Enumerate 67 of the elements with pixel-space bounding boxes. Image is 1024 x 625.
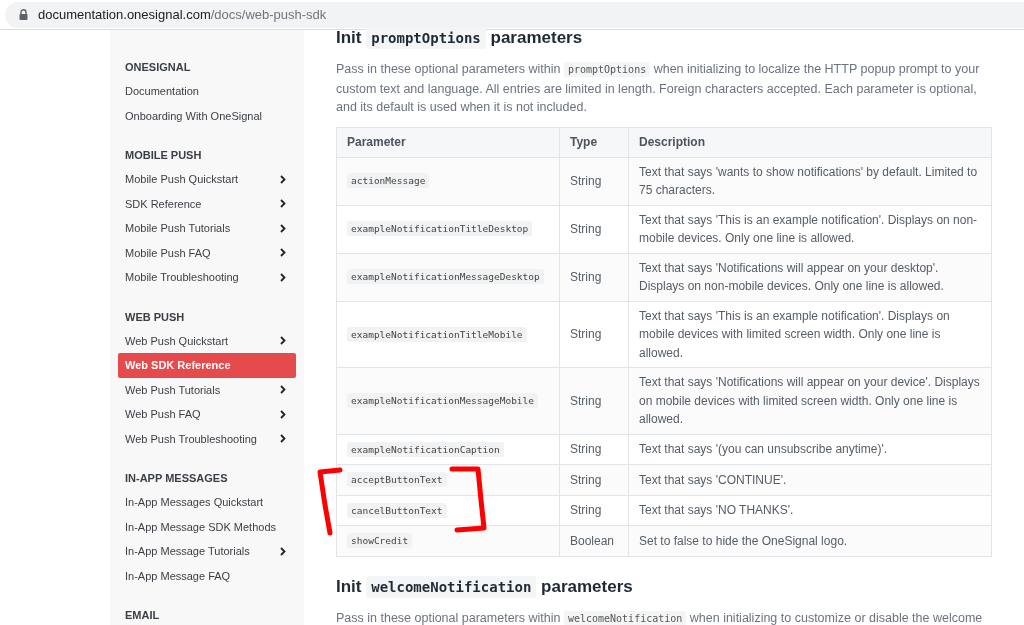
sidebar-item[interactable]: Mobile Push Tutorials (118, 216, 296, 241)
sidebar-item[interactable]: Documentation (118, 79, 296, 104)
table-cell: String (559, 464, 629, 495)
table-cell: String (559, 157, 629, 205)
parameter-name: cancelButtonText (347, 502, 447, 518)
table-cell: Text that says 'This is an example notification'. Displays on mobile devices with limited screen width. Only one line is allowed. (628, 301, 992, 368)
sidebar-item[interactable]: In-App Message SDK Methods (118, 514, 296, 539)
chevron-right-icon (280, 272, 286, 282)
intro-paragraph: Pass in these optional parameters within welcomeNotification when initializing to customize or disable the welcome (336, 609, 984, 625)
table-cell: Text that says 'This is an example notification'. Displays on non-mobile devices. Only one line is allowed. (628, 205, 992, 253)
sidebar-item[interactable]: Web Push FAQ (118, 402, 296, 427)
chevron-right-icon (280, 199, 286, 209)
section-heading: Init welcomeNotification parameters (336, 574, 634, 600)
table-cell: Text that says 'Notifications will appear on your desktop'. Displays on non-mobile devices. Only one line is allowed. (628, 253, 992, 301)
table-cell: String (559, 367, 629, 434)
table-cell: Boolean (559, 525, 629, 556)
table-cell: String (559, 253, 629, 301)
sidebar-item[interactable]: Mobile Troubleshooting (118, 265, 296, 290)
parameter-name: exampleNotificationTitleDesktop (347, 221, 533, 237)
sidebar-item[interactable]: Mobile Push FAQ (118, 240, 296, 265)
sidebar-item[interactable]: Web Push Troubleshooting (118, 426, 296, 451)
sidebar-item[interactable]: In-App Message Tutorials (118, 539, 296, 564)
sidebar-section-title: ONESIGNAL (124, 60, 192, 75)
table-cell: Text that says '(you can unsubscribe anytime)'. (628, 434, 992, 465)
lock-icon (19, 9, 28, 20)
intro-paragraph: Pass in these optional parameters within promptOptions when initializing to localize the HTTP popup prompt to your custom text and language. All entries are limited in length. Foreign characters accepted. Each parameter is optional, and its default is used when it is not included. (336, 61, 981, 116)
sidebar-item[interactable]: In-App Messages Quickstart (118, 490, 296, 515)
sidebar-section-title: MOBILE PUSH (124, 148, 203, 163)
sidebar-item[interactable]: In-App Message FAQ (118, 563, 296, 588)
table-cell: Text that says 'CONTINUE'. (628, 464, 992, 495)
sidebar-item[interactable]: Web SDK Reference (118, 353, 296, 378)
parameter-name: acceptButtonText (347, 472, 447, 487)
chevron-right-icon (280, 174, 286, 184)
table-cell: String (559, 495, 629, 526)
table-cell: String (559, 301, 629, 368)
table-cell: Text that says 'wants to show notifications' by default. Limited to 75 characters. (628, 157, 992, 205)
column-header: Parameter (336, 127, 560, 157)
table-cell: Text that says 'NO THANKS'. (628, 495, 992, 526)
sidebar-item[interactable]: Web Push Quickstart (118, 328, 296, 353)
table-cell: Text that says 'Notifications will appear on your device'. Displays on mobile devices with limited screen width. Only one line is allowed. (628, 367, 992, 434)
chevron-right-icon (280, 546, 286, 556)
table-cell: String (559, 434, 629, 465)
sidebar-section-title: IN-APP MESSAGES (124, 471, 229, 486)
sidebar-section-title: WEB PUSH (124, 309, 186, 325)
chevron-right-icon (280, 223, 286, 233)
parameter-name: exampleNotificationMessageDesktop (347, 269, 544, 285)
table-cell: Set to false to hide the OneSignal logo. (628, 525, 992, 556)
sidebar-item[interactable]: Onboarding With OneSignal (118, 103, 296, 128)
sidebar-section-title: EMAIL (124, 608, 161, 623)
sidebar-item[interactable]: Web Push Tutorials (118, 377, 296, 402)
sidebar-item[interactable]: SDK Reference (118, 191, 296, 216)
chevron-right-icon (280, 248, 286, 258)
parameter-name: showCredit (347, 533, 413, 548)
chevron-right-icon (280, 434, 286, 444)
parameter-name: exampleNotificationTitleMobile (347, 326, 527, 342)
column-header: Description (628, 127, 992, 157)
chevron-right-icon (280, 336, 286, 346)
address-bar[interactable]: documentation.onesignal.com/docs/web-push-sdk (5, 1, 1024, 28)
parameter-name: actionMessage (347, 173, 430, 189)
section-heading: Init promptOptions parameters (336, 26, 584, 51)
parameter-name: exampleNotificationCaption (347, 441, 504, 457)
table-cell: String (559, 205, 629, 253)
parameter-name: exampleNotificationMessageMobile (347, 393, 539, 408)
chevron-right-icon (280, 409, 286, 419)
sidebar-item[interactable]: Mobile Push Quickstart (118, 167, 296, 192)
column-header: Type (559, 127, 629, 157)
chevron-right-icon (280, 385, 286, 395)
